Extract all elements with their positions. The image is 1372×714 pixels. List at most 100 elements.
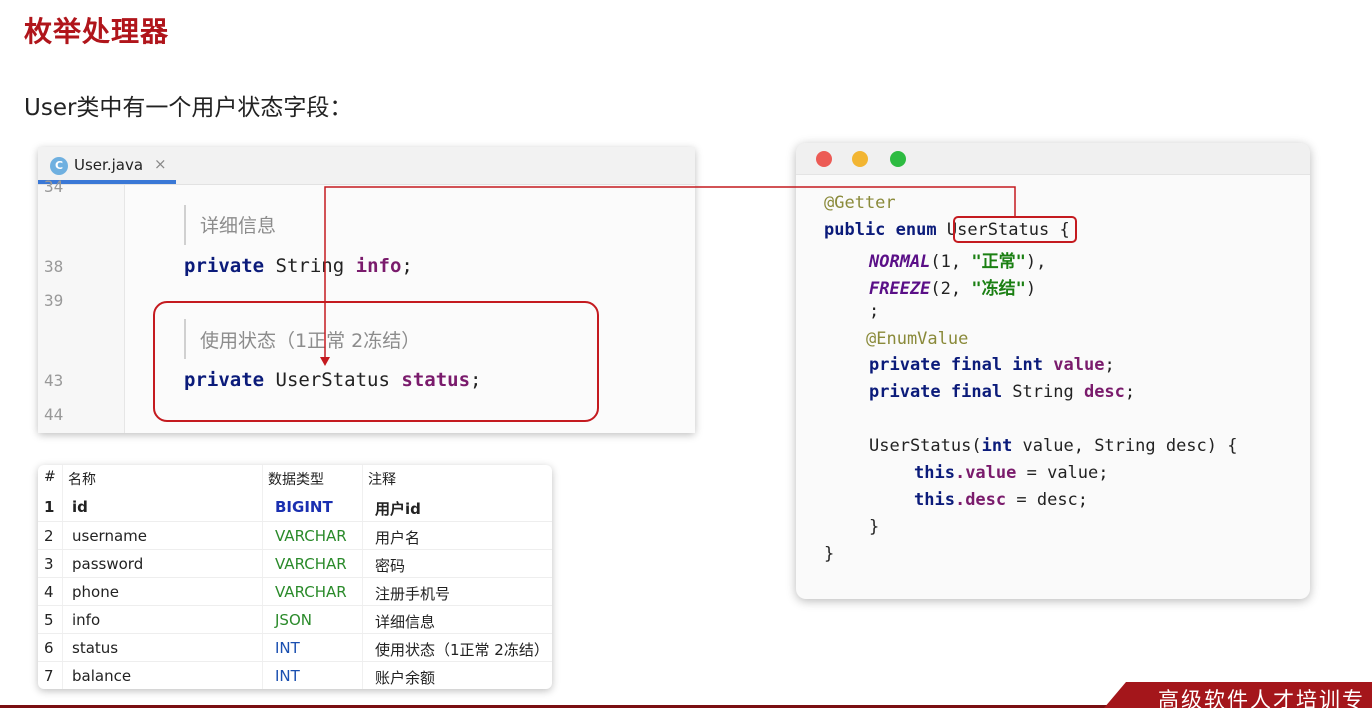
- args: ): [1025, 279, 1037, 299]
- comment: 密码: [375, 557, 406, 575]
- column-header-comment: 注释: [368, 472, 396, 488]
- data-type: JSON: [275, 611, 312, 629]
- slide-subtitle: User类中有一个用户状态字段：: [24, 95, 353, 121]
- editor-tab-bar: C User.java ×: [38, 147, 695, 185]
- keyword: int: [981, 436, 1013, 456]
- java-class-icon: C: [50, 157, 68, 175]
- constant-name: NORMAL: [869, 252, 931, 272]
- column-header-num: #: [44, 469, 56, 485]
- comment: 注册手机号: [375, 585, 451, 603]
- semicolon: ;: [1124, 382, 1136, 402]
- data-type: VARCHAR: [275, 555, 347, 573]
- table-row[interactable]: 6 status INT 使用状态（1正常 2冻结）: [38, 633, 552, 662]
- assign-desc-line: this.desc = desc;: [914, 490, 1088, 510]
- line-number: 43: [44, 371, 64, 390]
- column-name: password: [72, 555, 144, 573]
- keyword: private final: [869, 382, 1003, 402]
- field-name: .desc: [954, 490, 1007, 510]
- field-name: info: [355, 255, 402, 277]
- slide-title: 枚举处理器: [24, 15, 170, 48]
- data-type: INT: [275, 639, 300, 657]
- line-number: 44: [44, 405, 64, 424]
- field-name: desc: [1083, 382, 1125, 402]
- constructor-name: UserStatus(: [869, 436, 982, 456]
- getter-annotation: @Getter: [824, 193, 896, 213]
- enum-value-annotation: @EnumValue: [866, 329, 969, 349]
- keyword: this: [914, 490, 955, 510]
- column-name: balance: [72, 667, 132, 685]
- close-tab-icon[interactable]: ×: [154, 155, 167, 173]
- keyword: this: [914, 463, 955, 483]
- column-name: username: [72, 527, 147, 545]
- field-name: .value: [954, 463, 1017, 483]
- code-line-info: private String info;: [184, 255, 413, 277]
- maximize-window-dot[interactable]: [890, 151, 906, 167]
- line-number: 38: [44, 257, 64, 276]
- column-header-type: 数据类型: [268, 472, 324, 488]
- column-name: id: [72, 498, 88, 516]
- column-name: status: [72, 639, 119, 657]
- user-table-schema: # 名称 数据类型 注释 1 id BIGINT 用户id 2 username VARCH…: [38, 465, 552, 689]
- code-window: @Getter public enum UserStatus { NORMAL(…: [796, 143, 1310, 599]
- args: (2,: [930, 279, 972, 299]
- row-number: 7: [44, 667, 54, 685]
- field-name: value: [1053, 355, 1105, 375]
- table-row[interactable]: 5 info JSON 详细信息: [38, 605, 552, 634]
- row-number: 6: [44, 639, 54, 657]
- enum-constant-freeze: FREEZE(2, "冻结"): [869, 274, 1036, 299]
- table-row[interactable]: 7 balance INT 账户余额: [38, 661, 552, 689]
- line-number: 39: [44, 291, 64, 310]
- table-row[interactable]: 1 id BIGINT 用户id: [38, 493, 552, 521]
- comment: 账户余额: [375, 669, 436, 687]
- row-number: 1: [44, 498, 55, 516]
- doc-comment-info: 详细信息: [200, 215, 277, 237]
- keyword: private: [184, 255, 265, 277]
- enum-constant-normal: NORMAL(1, "正常"),: [869, 247, 1046, 272]
- assignment: = desc;: [1006, 490, 1089, 510]
- constructor-close-brace: }: [869, 517, 880, 537]
- semicolon: ;: [1104, 355, 1115, 375]
- data-type: VARCHAR: [275, 583, 347, 601]
- enum-name-highlight: [953, 216, 1077, 243]
- data-type: BIGINT: [275, 498, 333, 516]
- enum-semicolon: ;: [869, 301, 880, 321]
- table-row[interactable]: 3 password VARCHAR 密码: [38, 549, 552, 578]
- data-type: VARCHAR: [275, 527, 347, 545]
- close-window-dot[interactable]: [816, 151, 832, 167]
- comment: 使用状态（1正常 2冻结）: [375, 641, 549, 659]
- table-row[interactable]: 2 username VARCHAR 用户名: [38, 521, 552, 550]
- row-number: 4: [44, 583, 54, 601]
- line-number: 34: [44, 177, 64, 196]
- args: (1,: [930, 252, 972, 272]
- field-desc-declaration: private final String desc;: [869, 382, 1135, 402]
- enum-close-brace: }: [824, 544, 835, 564]
- doc-comment-bar: [184, 205, 186, 245]
- column-name: phone: [72, 583, 119, 601]
- tab-label: User.java: [74, 156, 144, 174]
- row-number: 2: [44, 527, 54, 545]
- comment: 用户名: [375, 529, 421, 547]
- string-literal: "正常": [971, 252, 1026, 272]
- constructor-signature: UserStatus(int value, String desc) {: [869, 436, 1237, 456]
- minimize-window-dot[interactable]: [852, 151, 868, 167]
- ide-editor-panel: C User.java × 34 38 39 43 44 详细信息 privat…: [38, 147, 695, 433]
- data-type: INT: [275, 667, 300, 685]
- string-literal: "冻结": [971, 279, 1026, 299]
- footer-slogan: 高级软件人才培训专: [1158, 688, 1365, 712]
- window-title-bar: [796, 143, 1310, 175]
- comment: 详细信息: [375, 613, 436, 631]
- column-name: info: [72, 611, 101, 629]
- keyword: private final int: [869, 355, 1043, 375]
- type-name: String: [275, 255, 345, 277]
- assign-value-line: this.value = value;: [914, 463, 1109, 483]
- table-row[interactable]: 4 phone VARCHAR 注册手机号: [38, 577, 552, 606]
- comment: 用户id: [375, 500, 421, 518]
- field-value-declaration: private final int value;: [869, 355, 1115, 375]
- status-field-highlight: [153, 301, 599, 422]
- assignment: = value;: [1016, 463, 1109, 483]
- row-number: 3: [44, 555, 54, 573]
- column-header-name: 名称: [68, 472, 96, 488]
- constant-name: FREEZE: [869, 279, 931, 299]
- gutter-separator: [124, 185, 125, 433]
- keyword: public enum: [824, 220, 937, 240]
